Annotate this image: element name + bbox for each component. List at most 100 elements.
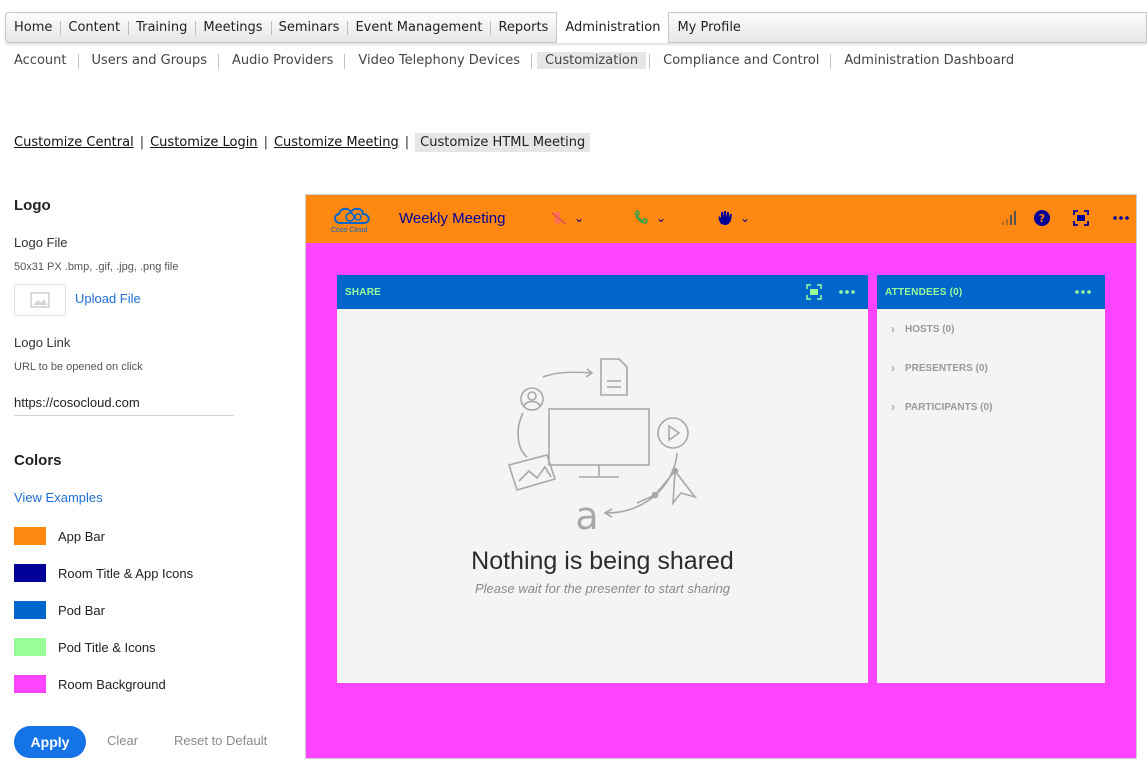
- chevron-down-icon: ⌄: [574, 211, 585, 225]
- color-label: Pod Bar: [58, 602, 105, 618]
- logo-link-hint: URL to be opened on click: [14, 361, 143, 373]
- nav-home[interactable]: Home: [6, 13, 60, 42]
- color-label: Room Title & App Icons: [58, 565, 194, 581]
- room-background-color-swatch[interactable]: [14, 675, 46, 693]
- nav-meetings[interactable]: Meetings: [195, 13, 270, 42]
- upload-file-button[interactable]: Upload File: [75, 291, 141, 306]
- help-icon: ?: [1034, 210, 1050, 226]
- connection-status: [1000, 207, 1018, 229]
- image-placeholder-icon: [30, 292, 50, 308]
- share-pod-options-icon[interactable]: [838, 284, 856, 300]
- subnav-video-telephony-devices[interactable]: Video Telephony Devices: [344, 52, 528, 69]
- room-title: Weekly Meeting: [399, 210, 506, 227]
- logo-file-label: Logo File: [14, 235, 68, 250]
- nav-reports[interactable]: Reports: [490, 13, 556, 42]
- app-bar-color-swatch[interactable]: [14, 527, 46, 545]
- separator: |: [404, 135, 410, 150]
- attendee-group-hosts[interactable]: › HOSTS (0): [891, 322, 954, 336]
- nothing-shared-heading: Nothing is being shared: [471, 547, 734, 575]
- logo-heading: Logo: [14, 197, 51, 214]
- color-label: App Bar: [58, 528, 105, 544]
- apply-button[interactable]: Apply: [14, 726, 86, 758]
- fullscreen-button[interactable]: [1072, 207, 1090, 229]
- attendee-group-presenters[interactable]: › PRESENTERS (0): [891, 361, 988, 375]
- meeting-preview: Coso Cloud Weekly Meeting ⌄ ⌄ ⌄ ? SHARE …: [305, 194, 1137, 759]
- chevron-right-icon: ›: [891, 322, 895, 336]
- link-customize-central[interactable]: Customize Central: [14, 135, 134, 150]
- nav-content-label: Content: [68, 20, 121, 35]
- clear-button[interactable]: Clear: [107, 733, 138, 748]
- logo-thumbnail: [14, 284, 66, 316]
- logo-file-hint: 50x31 PX .bmp, .gif, .jpg, .png file: [14, 261, 179, 273]
- link-customize-login[interactable]: Customize Login: [150, 135, 257, 150]
- nav-seminars[interactable]: Seminars: [270, 13, 348, 42]
- raise-hand-control[interactable]: ⌄: [716, 207, 750, 229]
- nav-reports-label: Reports: [498, 20, 549, 35]
- color-label: Room Background: [58, 676, 166, 692]
- color-row-pod-bar: Pod Bar: [14, 601, 105, 619]
- logo-text: Coso Cloud: [331, 227, 368, 234]
- app-bar: Coso Cloud Weekly Meeting ⌄ ⌄ ⌄ ?: [306, 195, 1136, 243]
- subnav-customization[interactable]: Customization: [531, 52, 647, 69]
- color-row-pod-title: Pod Title & Icons: [14, 638, 156, 656]
- nav-training[interactable]: Training: [128, 13, 195, 42]
- view-examples-link[interactable]: View Examples: [14, 490, 103, 505]
- customize-links: Customize Central | Customize Login | Cu…: [14, 133, 591, 152]
- share-pod-title: SHARE: [345, 286, 382, 298]
- subnav-account[interactable]: Account: [14, 52, 75, 69]
- nav-home-label: Home: [14, 20, 53, 35]
- subnav-compliance-and-control[interactable]: Compliance and Control: [649, 52, 827, 69]
- pointer-muted-icon: [551, 212, 567, 225]
- audio-control[interactable]: ⌄: [632, 207, 666, 229]
- chevron-down-icon: ⌄: [656, 211, 667, 225]
- more-options-icon: [1113, 216, 1129, 220]
- reset-to-default-button[interactable]: Reset to Default: [174, 733, 267, 748]
- attendee-group-participants[interactable]: › PARTICIPANTS (0): [891, 400, 992, 414]
- chevron-right-icon: ›: [891, 361, 895, 375]
- link-customize-html-meeting[interactable]: Customize HTML Meeting: [415, 133, 591, 152]
- nav-seminars-label: Seminars: [278, 20, 340, 35]
- nav-content[interactable]: Content: [60, 13, 128, 42]
- colors-heading: Colors: [14, 452, 62, 469]
- fullscreen-icon: [1073, 210, 1089, 226]
- color-label: Pod Title & Icons: [58, 639, 156, 655]
- logo-link-input[interactable]: [14, 390, 234, 416]
- room-title-color-swatch[interactable]: [14, 564, 46, 582]
- nav-event-management-label: Event Management: [355, 20, 483, 35]
- maximize-pod-icon[interactable]: [806, 284, 822, 300]
- pod-bar-color-swatch[interactable]: [14, 601, 46, 619]
- share-screen-control[interactable]: ⌄: [550, 207, 584, 229]
- svg-text:?: ?: [1039, 212, 1045, 225]
- subnav-users-and-groups[interactable]: Users and Groups: [77, 52, 215, 69]
- nav-my-profile[interactable]: My Profile: [669, 13, 748, 42]
- subnav-administration-dashboard[interactable]: Administration Dashboard: [830, 52, 1022, 69]
- chevron-right-icon: ›: [891, 400, 895, 414]
- attendees-pod-bar: ATTENDEES (0): [877, 275, 1105, 309]
- link-customize-meeting[interactable]: Customize Meeting: [274, 135, 399, 150]
- nothing-shared-subtext: Please wait for the presenter to start s…: [474, 581, 731, 596]
- attendees-pod-options-icon[interactable]: [1074, 284, 1092, 300]
- separator: |: [263, 135, 268, 150]
- attendees-pod-title: ATTENDEES (0): [885, 286, 963, 298]
- share-pod-bar: SHARE: [337, 275, 868, 309]
- subnav-audio-providers[interactable]: Audio Providers: [217, 52, 341, 69]
- signal-bars-icon: [1002, 211, 1016, 225]
- chevron-down-icon: ⌄: [740, 211, 751, 225]
- color-row-room-background: Room Background: [14, 675, 166, 693]
- logo-link-label: Logo Link: [14, 335, 71, 350]
- nav-event-management[interactable]: Event Management: [347, 13, 490, 42]
- attendee-group-label: HOSTS (0): [905, 323, 955, 335]
- raise-hand-icon: [718, 211, 732, 225]
- nav-administration-label: Administration: [565, 20, 661, 35]
- nothing-shared-illustration: a: [507, 358, 698, 533]
- more-options-button[interactable]: [1112, 207, 1130, 229]
- nav-administration[interactable]: Administration: [556, 12, 670, 43]
- color-row-room-title: Room Title & App Icons: [14, 564, 193, 582]
- share-pod: SHARE a Nothing is being shared Please w…: [337, 275, 868, 683]
- nav-training-label: Training: [136, 20, 188, 35]
- svg-text:a: a: [575, 494, 598, 533]
- help-button[interactable]: ?: [1033, 207, 1051, 229]
- sub-nav: Account Users and Groups Audio Providers…: [14, 52, 1031, 69]
- color-row-app-bar: App Bar: [14, 527, 105, 545]
- pod-title-color-swatch[interactable]: [14, 638, 46, 656]
